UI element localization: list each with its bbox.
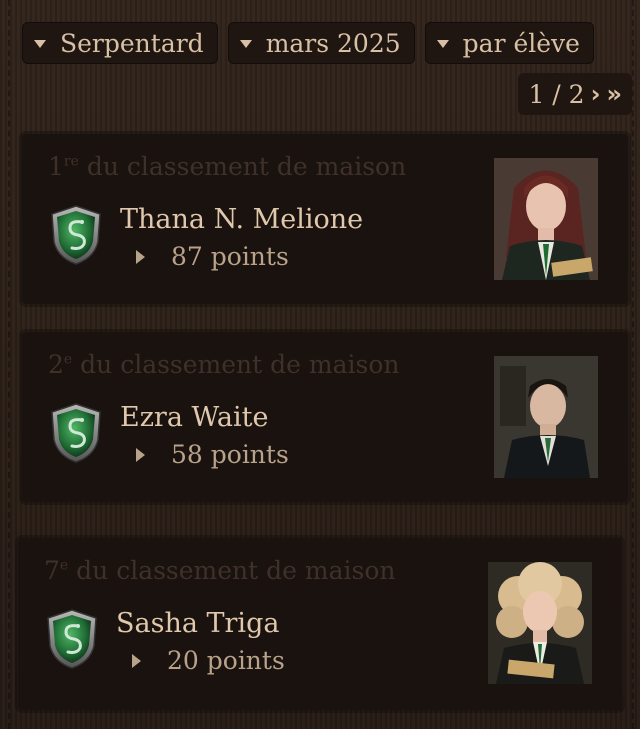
mode-filter-dropdown[interactable]: par élève — [424, 22, 594, 64]
female-student-portrait — [494, 158, 598, 280]
caret-down-icon — [436, 40, 449, 48]
page-indicator: 1 / 2 — [528, 79, 585, 109]
play-triangle-icon — [136, 249, 145, 264]
play-triangle-icon — [132, 653, 141, 668]
student-points: 58 points — [171, 440, 289, 469]
next-page-icon[interactable]: › — [591, 80, 601, 108]
last-page-icon[interactable]: » — [606, 80, 622, 108]
points-row: 58 points — [136, 440, 289, 469]
month-filter-dropdown[interactable]: mars 2025 — [227, 22, 415, 64]
caret-down-icon — [34, 40, 46, 48]
ranking-card[interactable]: 1re du classement de maison Thana N. Mel… — [22, 134, 628, 304]
slytherin-crest-icon — [51, 205, 101, 265]
slytherin-crest-icon — [51, 403, 101, 463]
month-filter-label: mars 2025 — [265, 28, 401, 58]
ranking-card[interactable]: 2e du classement de maison Ezra Waite 58… — [22, 332, 628, 502]
points-row: 20 points — [132, 646, 285, 675]
rank-label: 7e du classement de maison — [44, 556, 396, 585]
student-points: 87 points — [171, 242, 289, 271]
caret-down-icon — [239, 40, 252, 48]
points-row: 87 points — [136, 242, 289, 271]
blonde-student-portrait — [488, 562, 592, 684]
ranking-card[interactable]: 7e du classement de maison Sasha Triga 2… — [18, 538, 622, 710]
student-name: Thana N. Melione — [120, 204, 364, 235]
rank-label: 1re du classement de maison — [48, 152, 407, 181]
slytherin-crest-icon — [47, 609, 97, 669]
play-triangle-icon — [136, 447, 145, 462]
house-filter-label: Serpentard — [60, 28, 204, 58]
filter-bar: Serpentard mars 2025 par élève — [22, 22, 594, 64]
student-points: 20 points — [167, 646, 285, 675]
pagination: 1 / 2 › » — [518, 73, 632, 115]
rank-label: 2e du classement de maison — [48, 350, 400, 379]
mode-filter-label: par élève — [462, 28, 580, 58]
house-filter-dropdown[interactable]: Serpentard — [22, 22, 218, 64]
male-student-portrait — [494, 356, 598, 478]
student-name: Sasha Triga — [116, 608, 280, 639]
student-name: Ezra Waite — [120, 402, 269, 433]
